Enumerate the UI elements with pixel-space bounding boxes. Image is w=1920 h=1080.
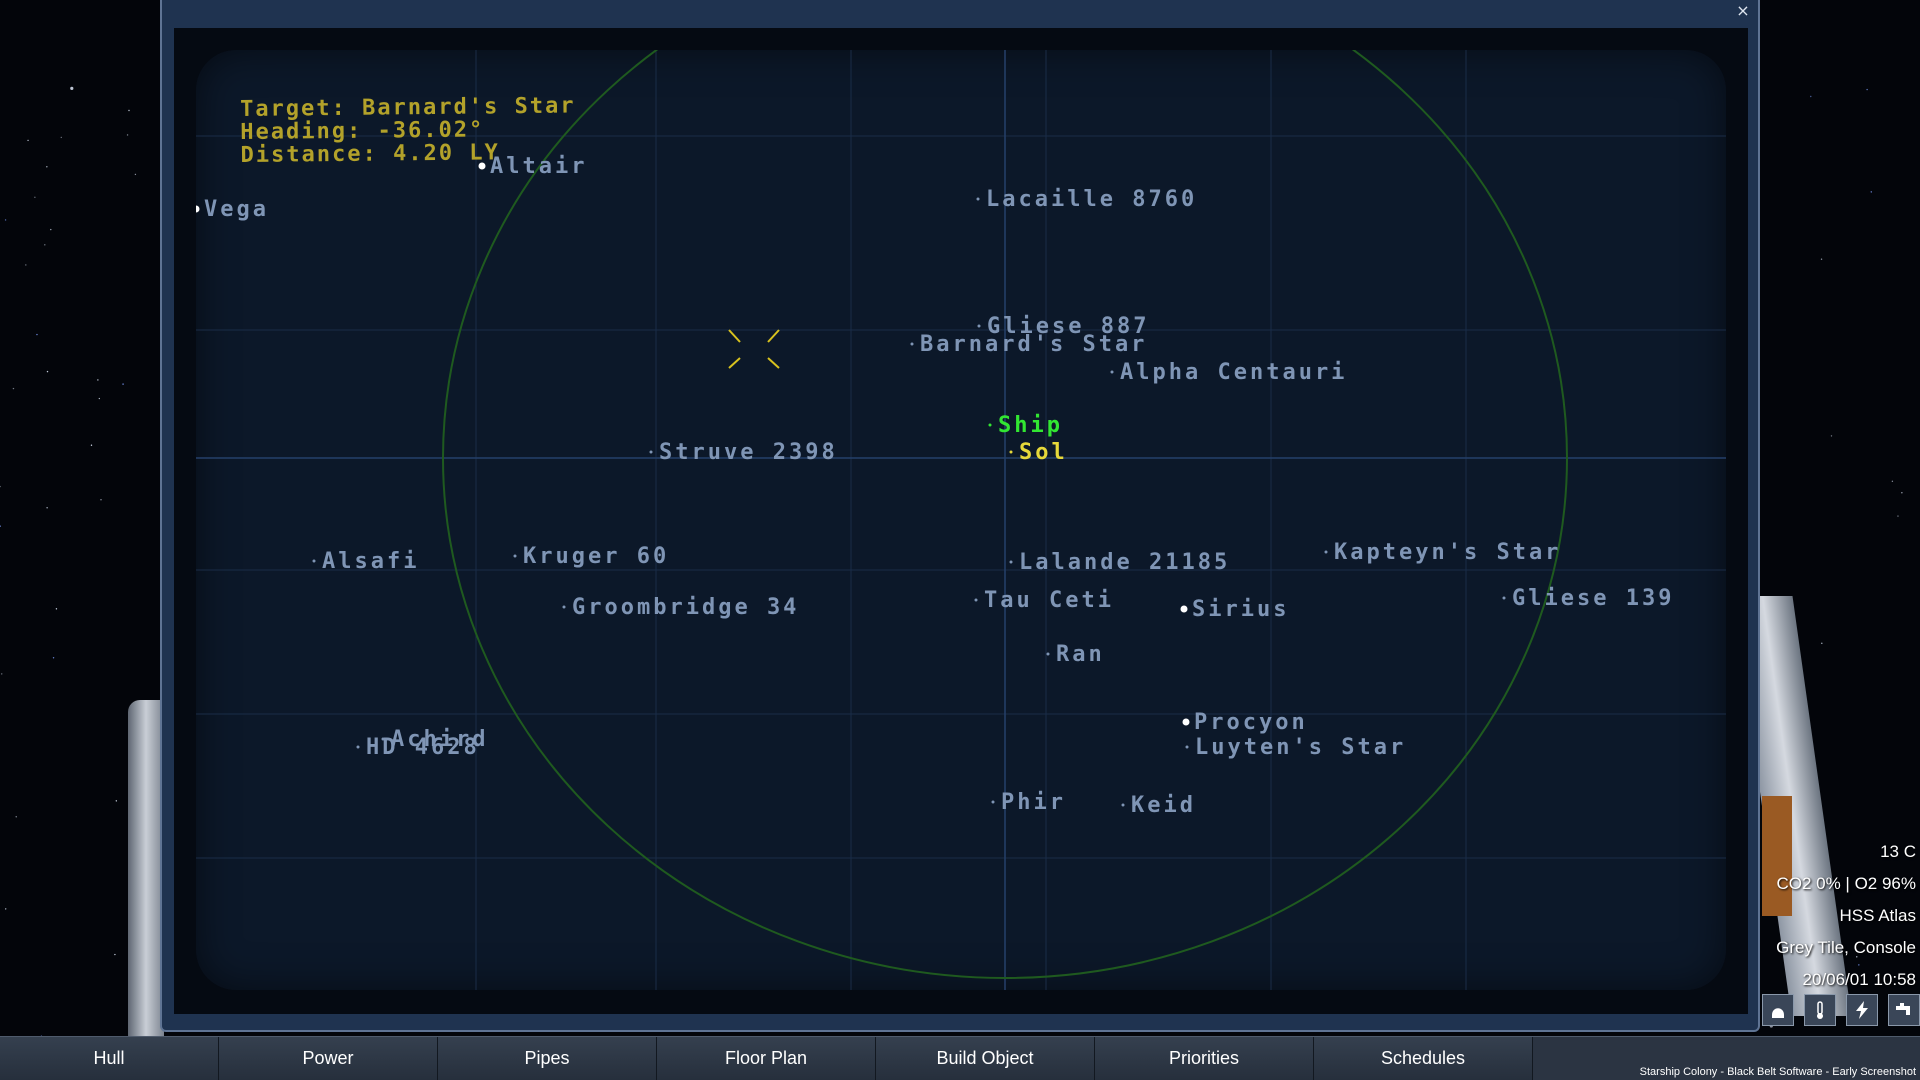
star-keid[interactable]: Keid (1121, 793, 1196, 818)
star-phir[interactable]: Phir (991, 790, 1066, 815)
star-marker (1180, 605, 1188, 613)
atmosphere-readout: CO2 0% | O2 96% (1776, 874, 1916, 893)
tab-build-object[interactable]: Build Object (876, 1037, 1095, 1080)
star-label: Alpha Centauri (1120, 360, 1347, 385)
target-readout: Target: Barnard's Star (239, 93, 576, 122)
star-label: Kruger 60 (523, 544, 669, 569)
overlay-toggles (1762, 994, 1920, 1026)
star-label: Procyon (1194, 710, 1308, 735)
star-sol[interactable]: Sol (1009, 440, 1068, 465)
star-label: Ship (998, 413, 1063, 438)
temperature-readout: 13 C (1880, 842, 1916, 861)
helmet-icon[interactable] (1762, 994, 1794, 1026)
star-kapteyn-s-star[interactable]: Kapteyn's Star (1324, 540, 1562, 565)
star-marker (977, 324, 981, 328)
star-label: Keid (1131, 793, 1196, 818)
star-marker (513, 554, 517, 558)
date-time: 20/06/01 10:58 (1802, 970, 1916, 989)
star-marker (976, 197, 980, 201)
star-label: Gliese 139 (1512, 586, 1674, 611)
star-marker (1324, 550, 1328, 554)
status-panel: 13 C CO2 0% | O2 96% HSS Atlas Grey Tile… (1776, 836, 1916, 996)
star-label: Tau Ceti (984, 588, 1114, 613)
ship-name: HSS Atlas (1839, 906, 1916, 925)
lightning-icon[interactable] (1846, 994, 1878, 1026)
star-marker (1046, 652, 1050, 656)
star-marker (988, 423, 992, 427)
star-label: Struve 2398 (659, 440, 838, 465)
tab-pipes[interactable]: Pipes (438, 1037, 657, 1080)
star-marker (1009, 450, 1013, 454)
star-marker (910, 342, 914, 346)
star-lacaille-8760[interactable]: Lacaille 8760 (976, 187, 1198, 212)
tab-priorities[interactable]: Priorities (1095, 1037, 1314, 1080)
star-luyten-s-star[interactable]: Luyten's Star (1185, 735, 1407, 760)
star-struve-2398[interactable]: Struve 2398 (649, 440, 838, 465)
target-reticle (728, 329, 780, 369)
tab-floor-plan[interactable]: Floor Plan (657, 1037, 876, 1080)
star-label: Lacaille 8760 (986, 187, 1197, 212)
star-marker (312, 559, 316, 563)
star-map[interactable]: AltairVegaLacaille 8760HaGliese 887Barna… (196, 50, 1726, 990)
star-vega[interactable]: Vega (196, 197, 269, 222)
star-ship[interactable]: Ship (988, 413, 1063, 438)
navigation-readout: Target: Barnard's Star Heading: -36.02° … (239, 93, 576, 168)
star-marker (1185, 745, 1189, 749)
star-label: Sirius (1192, 597, 1289, 622)
thermometer-icon[interactable] (1804, 994, 1836, 1026)
star-label: HD 4628 (366, 735, 480, 760)
distance-readout: Distance: 4.20 LY (240, 140, 500, 168)
star-marker (991, 800, 995, 804)
star-marker (649, 450, 653, 454)
star-groombridge-34[interactable]: Groombridge 34 (562, 595, 800, 620)
star-label: Alsafi (322, 549, 419, 574)
star-label: Sol (1019, 440, 1068, 465)
star-label: Vega (204, 197, 269, 222)
star-tau-ceti[interactable]: Tau Ceti (974, 588, 1114, 613)
star-barnard-s-star[interactable]: Barnard's Star (910, 332, 1148, 357)
star-label: Groombridge 34 (572, 595, 799, 620)
star-hd-4628[interactable]: HD 4628 (356, 735, 480, 760)
star-marker (974, 598, 978, 602)
star-label: Barnard's Star (920, 332, 1147, 357)
star-marker (1182, 718, 1190, 726)
close-button[interactable]: × (1734, 2, 1752, 20)
star-marker (1009, 560, 1013, 564)
star-map-window: × AltairVegaLacaille 8760HaGliese 887Bar… (160, 0, 1760, 1032)
star-marker (1121, 803, 1125, 807)
star-marker (562, 605, 566, 609)
star-label: Kapteyn's Star (1334, 540, 1561, 565)
console-screen-inner: AltairVegaLacaille 8760HaGliese 887Barna… (196, 50, 1726, 990)
tab-power[interactable]: Power (219, 1037, 438, 1080)
star-lalande-21185[interactable]: Lalande 21185 (1009, 550, 1231, 575)
star-sirius[interactable]: Sirius (1180, 597, 1290, 622)
star-marker (1110, 370, 1114, 374)
star-alsafi[interactable]: Alsafi (312, 549, 420, 574)
star-procyon[interactable]: Procyon (1182, 710, 1308, 735)
star-label: Phir (1001, 790, 1066, 815)
tab-hull[interactable]: Hull (0, 1037, 219, 1080)
console-screen: AltairVegaLacaille 8760HaGliese 887Barna… (174, 28, 1748, 1014)
star-alpha-centauri[interactable]: Alpha Centauri (1110, 360, 1348, 385)
footer-credit: Starship Colony - Black Belt Software - … (1639, 1066, 1916, 1078)
star-kruger-60[interactable]: Kruger 60 (513, 544, 670, 569)
star-label: Lalande 21185 (1019, 550, 1230, 575)
star-ran[interactable]: Ran (1046, 642, 1105, 667)
star-marker (356, 745, 360, 749)
tab-schedules[interactable]: Schedules (1314, 1037, 1533, 1080)
star-label: Ran (1056, 642, 1105, 667)
star-gliese-139[interactable]: Gliese 139 (1502, 586, 1675, 611)
tile-info: Grey Tile, Console (1776, 938, 1916, 957)
star-marker (1502, 596, 1506, 600)
build-menu-bar: Hull Power Pipes Floor Plan Build Object… (0, 1036, 1920, 1080)
star-label: Luyten's Star (1195, 735, 1406, 760)
faucet-icon[interactable] (1888, 994, 1920, 1026)
left-hull-pillar (128, 700, 164, 1040)
star-marker (196, 205, 200, 213)
